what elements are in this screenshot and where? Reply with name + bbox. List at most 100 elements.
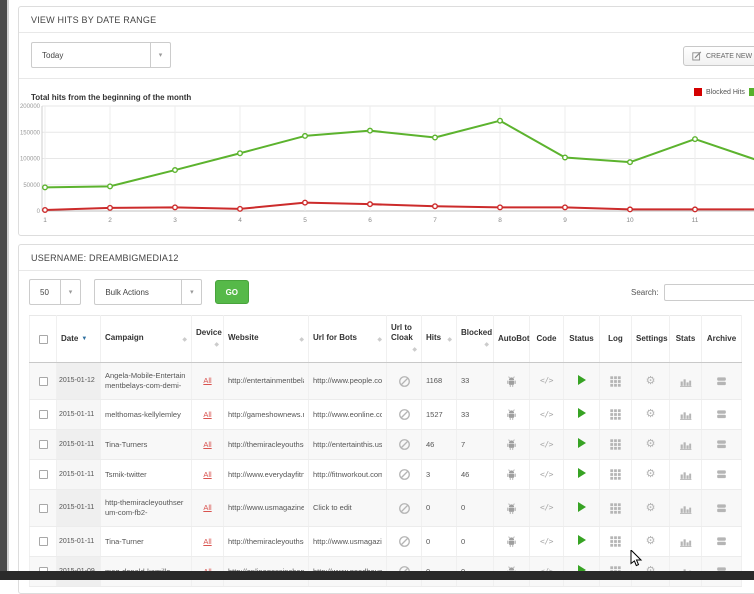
website-cell[interactable]: http://entertainmentbelays... — [224, 363, 309, 400]
url-to-cloak-cell[interactable] — [387, 527, 422, 557]
status-cell[interactable] — [564, 430, 600, 460]
archive-cell[interactable] — [702, 490, 742, 527]
settings-cell[interactable]: ⚙ — [632, 400, 670, 430]
url-for-bots-cell[interactable]: http://www.eonline.com/n... — [309, 400, 387, 430]
date-range-select[interactable]: Today ▾ — [31, 42, 171, 68]
status-cell[interactable] — [564, 527, 600, 557]
settings-cell[interactable]: ⚙ — [632, 430, 670, 460]
stats-cell[interactable] — [670, 430, 702, 460]
row-checkbox[interactable] — [39, 377, 48, 386]
url-for-bots-cell[interactable]: Click to edit — [309, 490, 387, 527]
log-cell[interactable] — [600, 363, 632, 400]
chart-header: Total hits from the beginning of the mon… — [19, 79, 754, 101]
blocked-cell: 0 — [457, 490, 494, 527]
bulk-actions-select[interactable]: Bulk Actions ▾ — [94, 279, 202, 305]
table-row: 2015-01-11 http-themiracleyouthserum-com… — [30, 490, 742, 527]
website-cell[interactable]: http://www.usmagazine.c... — [224, 490, 309, 527]
row-checkbox[interactable] — [39, 440, 48, 449]
device-all-link[interactable]: All — [203, 503, 211, 512]
archive-cell[interactable] — [702, 430, 742, 460]
col-header-autobot: AutoBot — [494, 316, 530, 363]
code-cell[interactable]: </> — [530, 490, 564, 527]
url-for-bots-cell[interactable]: http://fitnworkout.com/ — [309, 460, 387, 490]
col-header-blocked[interactable]: Blocked◆ — [457, 316, 494, 363]
row-select-cell — [30, 363, 57, 400]
url-for-bots-cell[interactable]: http://www.usmagazine.c... — [309, 527, 387, 557]
stats-cell[interactable] — [670, 527, 702, 557]
col-header-url-for-bots[interactable]: Url for Bots◆ — [309, 316, 387, 363]
device-all-link[interactable]: All — [203, 440, 211, 449]
select-all-checkbox[interactable] — [39, 335, 48, 344]
search-input[interactable] — [664, 284, 754, 301]
bar-chart-icon — [679, 408, 692, 421]
url-to-cloak-cell[interactable] — [387, 490, 422, 527]
autobot-cell[interactable] — [494, 400, 530, 430]
autobot-cell[interactable] — [494, 527, 530, 557]
code-cell[interactable]: </> — [530, 400, 564, 430]
website-cell[interactable]: http://gameshownews.net — [224, 400, 309, 430]
status-cell[interactable] — [564, 460, 600, 490]
stats-cell[interactable] — [670, 363, 702, 400]
row-checkbox[interactable] — [39, 410, 48, 419]
col-header-device[interactable]: Device◆ — [192, 316, 224, 363]
col-header-website[interactable]: Website◆ — [224, 316, 309, 363]
col-header-campaign[interactable]: Campaign◆ — [101, 316, 192, 363]
stats-cell[interactable] — [670, 490, 702, 527]
create-new-campaign-button[interactable]: CREATE NEW CAMPAIGN — [683, 46, 754, 66]
archive-cell[interactable] — [702, 363, 742, 400]
status-cell[interactable] — [564, 490, 600, 527]
blocked-cell: 0 — [457, 527, 494, 557]
col-header-date[interactable]: Date▼ — [57, 316, 101, 363]
log-cell[interactable] — [600, 460, 632, 490]
url-to-cloak-cell[interactable] — [387, 460, 422, 490]
settings-cell[interactable]: ⚙ — [632, 460, 670, 490]
hits-chart: 050000100000150000200000123456789101112 — [19, 101, 754, 233]
row-checkbox[interactable] — [39, 470, 48, 479]
url-to-cloak-cell[interactable] — [387, 363, 422, 400]
code-cell[interactable]: </> — [530, 363, 564, 400]
autobot-cell[interactable] — [494, 430, 530, 460]
go-button[interactable]: GO — [215, 280, 249, 304]
settings-cell[interactable]: ⚙ — [632, 363, 670, 400]
svg-text:200000: 200000 — [20, 104, 41, 110]
code-cell[interactable]: </> — [530, 430, 564, 460]
log-cell[interactable] — [600, 400, 632, 430]
settings-cell[interactable]: ⚙ — [632, 490, 670, 527]
archive-cell[interactable] — [702, 460, 742, 490]
autobot-cell[interactable] — [494, 490, 530, 527]
bar-chart-icon — [679, 535, 692, 548]
col-header-url-to-cloak[interactable]: Url to Cloak◆ — [387, 316, 422, 363]
url-for-bots-cell[interactable]: http://www.people.com/ar... — [309, 363, 387, 400]
archive-cell[interactable] — [702, 400, 742, 430]
device-all-link[interactable]: All — [203, 410, 211, 419]
device-all-link[interactable]: All — [203, 376, 211, 385]
stats-cell[interactable] — [670, 460, 702, 490]
status-cell[interactable] — [564, 363, 600, 400]
row-checkbox[interactable] — [39, 537, 48, 546]
website-cell[interactable]: http://themiracleyouthser... — [224, 527, 309, 557]
url-to-cloak-cell[interactable] — [387, 430, 422, 460]
autobot-cell[interactable] — [494, 363, 530, 400]
autobot-cell[interactable] — [494, 460, 530, 490]
log-cell[interactable] — [600, 490, 632, 527]
log-cell[interactable] — [600, 527, 632, 557]
stats-cell[interactable] — [670, 400, 702, 430]
archive-cell[interactable] — [702, 527, 742, 557]
code-cell[interactable]: </> — [530, 460, 564, 490]
sort-icon: ◆ — [214, 340, 219, 350]
svg-text:50000: 50000 — [23, 183, 40, 189]
code-cell[interactable]: </> — [530, 527, 564, 557]
username-title: USERNAME: DREAMBIGMEDIA12 — [19, 245, 754, 271]
url-for-bots-cell[interactable]: http://entertainthis.usatod... — [309, 430, 387, 460]
device-all-link[interactable]: All — [203, 537, 211, 546]
page-size-select[interactable]: 50 ▾ — [29, 279, 81, 305]
row-checkbox[interactable] — [39, 504, 48, 513]
url-to-cloak-cell[interactable] — [387, 400, 422, 430]
website-cell[interactable]: http://themiracleyouthser... — [224, 430, 309, 460]
device-all-link[interactable]: All — [203, 470, 211, 479]
col-header-hits[interactable]: Hits◆ — [422, 316, 457, 363]
status-cell[interactable] — [564, 400, 600, 430]
website-cell[interactable]: http://www.everydayfitnes... — [224, 460, 309, 490]
select-all-header[interactable] — [30, 316, 57, 363]
log-cell[interactable] — [600, 430, 632, 460]
